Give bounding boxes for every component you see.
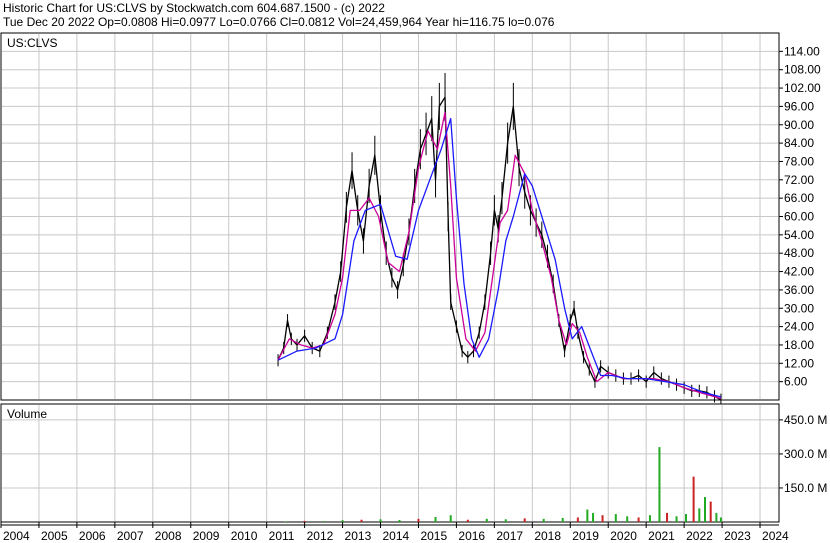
volume-bar [614,514,617,522]
volume-bar [504,519,507,522]
price-y-tick-label: 24.00 [784,320,814,334]
price-y-tick-label: 102.00 [784,81,821,95]
volume-panel-frame [0,403,780,523]
x-tick-label: 2017 [496,529,523,543]
volume-y-tick-label: 150.0 M [784,481,827,495]
price-y-tick-label: 18.00 [784,338,814,352]
x-tick-label: 2020 [610,529,637,543]
volume-bar [542,518,545,522]
x-tick-label: 2023 [724,529,751,543]
volume-bar [303,520,306,522]
volume-bar [685,514,688,522]
price-y-tick-label: 42.00 [784,265,814,279]
volume-bar [658,447,661,522]
volume-bar [417,518,420,522]
volume-bar [592,512,595,522]
price-y-tick-label: 36.00 [784,283,814,297]
volume-bar [715,512,718,522]
x-tick-label: 2012 [307,529,334,543]
volume-bar [576,517,579,522]
x-tick-label: 2005 [41,529,68,543]
volume-bar [360,519,363,522]
x-tick-label: 2007 [117,529,144,543]
x-tick-label: 2016 [458,529,485,543]
volume-bar [466,519,469,522]
price-y-tick-label: 72.00 [784,173,814,187]
volume-bar [637,517,640,522]
volume-bar [698,508,701,522]
price-y-tick-label: 6.00 [784,375,808,389]
price-panel-label: US:CLVS [7,36,57,50]
x-tick-label: 2006 [79,529,106,543]
x-tick-label: 2009 [193,529,220,543]
price-y-tick-label: 84.00 [784,136,814,150]
price-y-tick-label: 108.00 [784,63,821,77]
price-y-tick-label: 48.00 [784,246,814,260]
volume-bar [703,497,706,522]
volume-bar [379,519,382,522]
volume-bar [666,512,669,522]
price-y-tick-label: 12.00 [784,356,814,370]
volume-bar [523,518,526,522]
x-tick-label: 2014 [383,529,410,543]
price-y-tick-label: 114.00 [784,44,820,58]
x-tick-label: 2013 [345,529,372,543]
price-y-tick-label: 54.00 [784,228,814,242]
volume-bar [322,521,325,522]
price-y-tick-label: 90.00 [784,118,814,132]
price-y-tick-label: 60.00 [784,210,814,224]
x-tick-label: 2004 [3,529,30,543]
x-tick-label: 2019 [572,529,599,543]
volume-bar [561,517,564,522]
volume-bar [485,518,488,522]
volume-bar [719,517,722,522]
volume-bar [601,515,604,522]
historic-chart: 6.00 12.00 18.00 24.00 30.00 36.00 42.00 48.00 5… [0,32,827,543]
x-tick-label: 2018 [534,529,561,543]
x-tick-label: 2024 [762,529,789,543]
volume-bar [284,521,287,522]
price-y-tick-label: 66.00 [784,191,814,205]
volume-bar [586,509,589,522]
x-tick-label: 2022 [686,529,713,543]
volume-y-tick-label: 450.0 M [784,413,827,427]
x-tick-label: 2015 [420,529,447,543]
price-y-axis-labels: 6.00 12.00 18.00 24.00 30.00 36.00 42.00 48.00 5… [779,44,821,389]
volume-bar [434,517,437,522]
x-tick-label: 2011 [269,529,295,543]
volume-bar [648,515,651,522]
volume-bar [692,476,695,522]
x-tick-label: 2010 [231,529,258,543]
volume-bar [709,501,712,522]
price-y-tick-label: 78.00 [784,154,814,168]
price-y-tick-label: 30.00 [784,301,814,315]
volume-bar [626,516,629,522]
x-tick-label: 2021 [648,529,675,543]
x-tick-label: 2008 [155,529,182,543]
price-y-tick-label: 96.00 [784,99,814,113]
volume-panel-label: Volume [7,407,47,421]
volume-bar [675,516,678,522]
volume-bar [449,515,452,522]
volume-bar [398,519,401,522]
volume-y-axis-labels: 150.0 M 300.0 M 450.0 M [779,413,827,495]
volume-bar [341,520,344,522]
volume-y-tick-label: 300.0 M [784,447,827,461]
